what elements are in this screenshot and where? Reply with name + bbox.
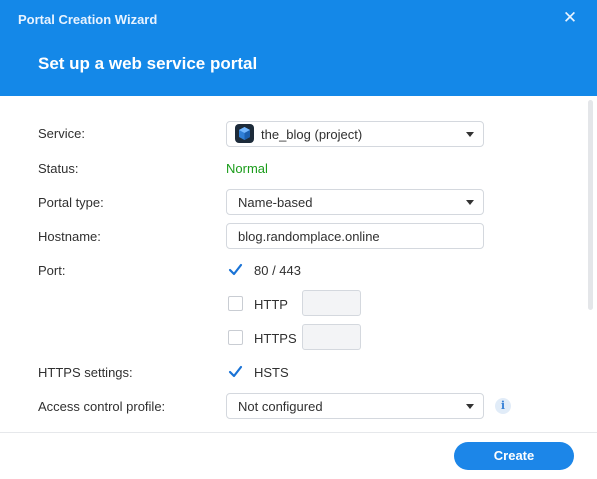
checkmark-icon [228, 365, 243, 378]
portal-type-value: Name-based [238, 195, 313, 210]
access-control-label: Access control profile: [38, 399, 166, 414]
portal-type-select[interactable]: Name-based [226, 189, 484, 215]
https-port-input[interactable] [302, 324, 361, 350]
service-select[interactable]: the_blog (project) [226, 121, 484, 147]
checkmark-icon [228, 263, 243, 276]
port-https-label: HTTPS [254, 331, 297, 346]
hsts-label: HSTS [254, 365, 289, 380]
hsts-checkbox[interactable] [228, 364, 243, 379]
port-80-443-checkbox[interactable] [228, 262, 243, 277]
status-value: Normal [226, 161, 268, 176]
chevron-down-icon [466, 132, 474, 137]
port-80-443-label: 80 / 443 [254, 263, 301, 278]
page-heading: Set up a web service portal [38, 54, 258, 73]
status-label: Status: [38, 161, 79, 176]
http-port-input[interactable] [302, 290, 361, 316]
service-value: the_blog (project) [261, 127, 363, 142]
portal-creation-wizard-window: Portal Creation Wizard ✕ Set up a web se… [0, 0, 597, 479]
footer-divider [0, 432, 597, 433]
hostname-input[interactable]: blog.randomplace.online [226, 223, 484, 249]
port-https-checkbox[interactable] [228, 330, 243, 345]
project-cube-icon [235, 124, 254, 143]
port-http-checkbox[interactable] [228, 296, 243, 311]
access-control-value: Not configured [238, 399, 323, 414]
service-label: Service: [38, 126, 85, 141]
hostname-value: blog.randomplace.online [238, 229, 380, 244]
scrollbar-thumb[interactable] [588, 100, 593, 310]
portal-type-label: Portal type: [38, 195, 104, 210]
port-label: Port: [38, 263, 66, 278]
create-button[interactable]: Create [454, 442, 574, 470]
hostname-label: Hostname: [38, 229, 101, 244]
chevron-down-icon [466, 404, 474, 409]
access-control-select[interactable]: Not configured [226, 393, 484, 419]
dialog-header: Portal Creation Wizard ✕ Set up a web se… [0, 0, 597, 96]
close-icon[interactable]: ✕ [561, 9, 579, 27]
info-icon[interactable]: i [495, 398, 511, 414]
port-http-label: HTTP [254, 297, 288, 312]
chevron-down-icon [466, 200, 474, 205]
window-title: Portal Creation Wizard [18, 12, 158, 27]
https-settings-label: HTTPS settings: [38, 365, 133, 380]
